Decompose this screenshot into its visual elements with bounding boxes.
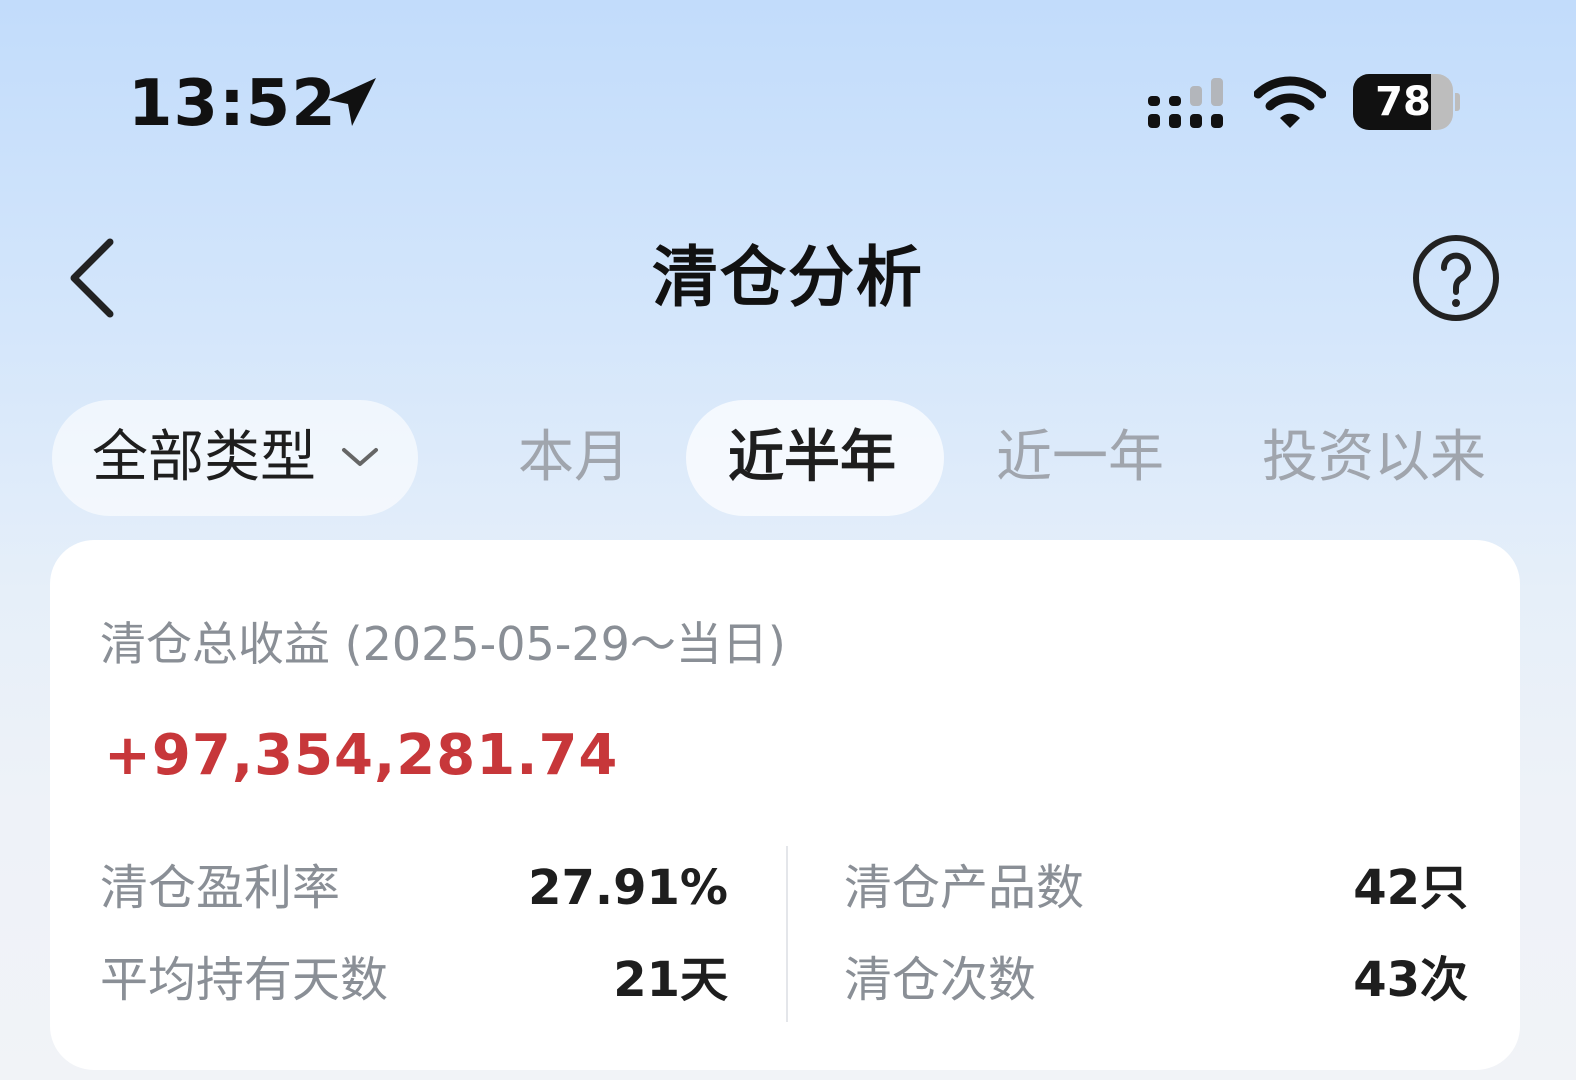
stat-label-product-count: 清仓产品数 [844, 860, 1085, 916]
chevron-down-icon [342, 448, 378, 466]
total-profit-label: 清仓总收益 (2025-05-29～当日) [100, 617, 786, 671]
question-circle-icon[interactable] [1410, 232, 1502, 324]
tab-since-investment[interactable]: 投资以来 [1262, 426, 1486, 490]
stat-value-profit-rate: 27.91% [528, 860, 728, 916]
cellular-signal-icon [1148, 78, 1223, 128]
wifi-icon [1254, 76, 1326, 128]
stat-label-avg-hold-days: 平均持有天数 [100, 952, 389, 1008]
tab-one-year[interactable]: 近一年 [996, 426, 1164, 490]
total-profit-value: +97,354,281.74 [104, 723, 619, 788]
status-time: 13:52 [128, 67, 337, 141]
tab-half-year[interactable]: 近半年 [728, 426, 896, 490]
stat-value-avg-hold-days: 21天 [613, 952, 728, 1008]
battery-icon: 78 [1353, 74, 1460, 130]
type-selector-label: 全部类型 [92, 425, 316, 490]
page-title: 清仓分析 [652, 239, 924, 316]
stat-value-product-count: 42只 [1353, 860, 1468, 916]
stat-label-profit-rate: 清仓盈利率 [100, 860, 341, 916]
stat-label-clear-count: 清仓次数 [844, 952, 1037, 1008]
location-arrow-icon [328, 78, 376, 126]
stats-divider [786, 846, 788, 1022]
stat-value-clear-count: 43次 [1353, 952, 1468, 1008]
battery-level-text: 78 [1375, 79, 1431, 125]
tab-this-month[interactable]: 本月 [518, 426, 630, 490]
